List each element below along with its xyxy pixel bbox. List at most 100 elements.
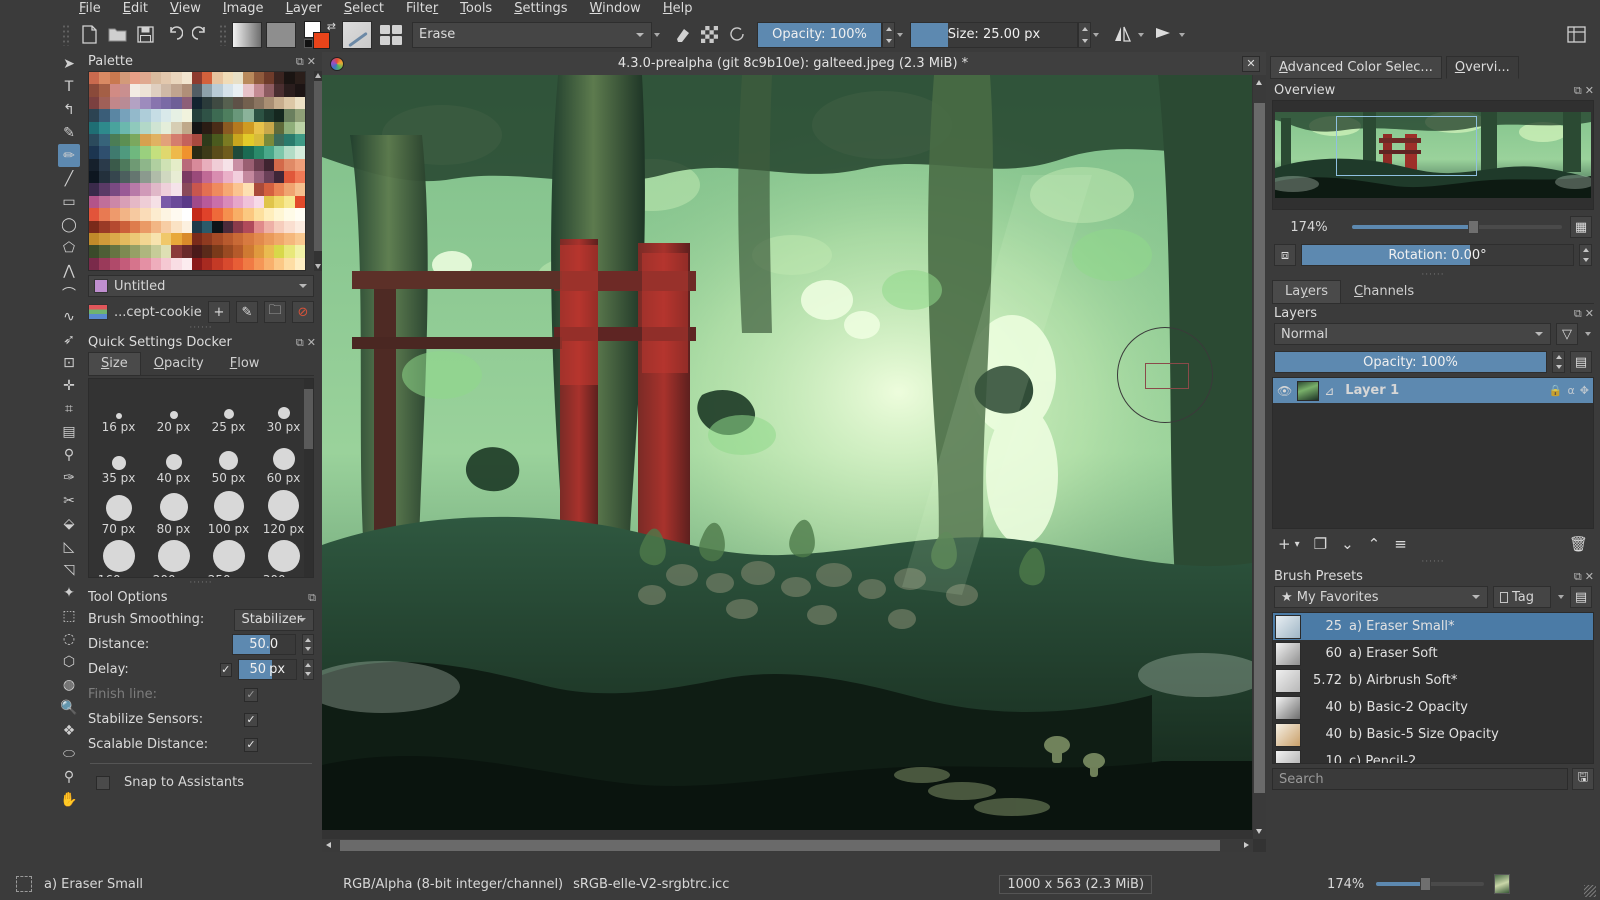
palette-swatch[interactable] — [89, 84, 99, 96]
palette-swatch[interactable] — [254, 72, 264, 84]
palette-swatch[interactable] — [192, 171, 202, 183]
add-layer-dropdown[interactable]: ▾ — [1295, 539, 1300, 550]
zoom-tool[interactable]: ⚲ — [58, 765, 80, 788]
palette-swatch[interactable] — [161, 122, 171, 134]
freehand-brush-tool[interactable]: ✏ — [58, 144, 80, 167]
palette-swatch[interactable] — [151, 258, 161, 270]
background-color-swatch[interactable] — [313, 32, 330, 49]
palette-swatch[interactable] — [182, 159, 192, 171]
menu-item-filter[interactable]: Filter — [395, 0, 449, 17]
palette-swatch[interactable] — [202, 208, 212, 220]
palette-swatch[interactable] — [223, 196, 233, 208]
palette-swatch[interactable] — [161, 109, 171, 121]
palette-swatch[interactable] — [161, 134, 171, 146]
palette-swatch[interactable] — [264, 122, 274, 134]
size-extra-arrow[interactable] — [1091, 33, 1100, 37]
palette-swatch[interactable] — [212, 146, 222, 158]
canvas-title-bar[interactable]: 4.3.0-prealpha (git 8c9b10e): galteed.jp… — [322, 52, 1266, 75]
gradient-swatch[interactable] — [232, 22, 262, 48]
palette-swatch[interactable] — [202, 171, 212, 183]
palette-swatch[interactable] — [99, 134, 109, 146]
palette-swatch[interactable] — [120, 134, 130, 146]
palette-swatch[interactable] — [140, 171, 150, 183]
add-swatch-icon[interactable]: + — [208, 301, 230, 323]
palette-swatch[interactable] — [264, 134, 274, 146]
palette-swatch[interactable] — [99, 122, 109, 134]
palette-swatch[interactable] — [151, 221, 161, 233]
duplicate-layer-button[interactable]: ❐ — [1314, 535, 1327, 553]
move-layer-down-button[interactable]: ⌄ — [1341, 535, 1354, 553]
docker-splitter-4[interactable]: ······ — [1266, 557, 1600, 567]
docker-splitter[interactable]: ······ — [80, 323, 322, 333]
palette-swatch[interactable] — [110, 84, 120, 96]
toolbar-grip-2[interactable] — [219, 24, 228, 46]
palette-swatch[interactable] — [120, 233, 130, 245]
brush-size-250px[interactable]: 250 px — [201, 538, 256, 578]
palette-swatch[interactable] — [192, 72, 202, 84]
list-item[interactable]: 40b) Basic-2 Opacity — [1273, 694, 1593, 721]
palette-swatch[interactable] — [284, 122, 294, 134]
palette-swatch[interactable] — [130, 171, 140, 183]
brush-size-120px[interactable]: 120 px — [256, 487, 311, 538]
brush-size-20px[interactable]: 20 px — [146, 385, 201, 436]
palette-swatch[interactable] — [110, 245, 120, 257]
palette-swatch[interactable] — [264, 221, 274, 233]
palette-swatch[interactable] — [212, 122, 222, 134]
palette-swatch[interactable] — [254, 134, 264, 146]
palette-swatch[interactable] — [243, 245, 253, 257]
select-shapes-tool[interactable]: ➤ — [58, 52, 80, 75]
palette-swatch[interactable] — [274, 159, 284, 171]
palette-swatch[interactable] — [243, 122, 253, 134]
palette-swatch[interactable] — [212, 159, 222, 171]
palette-swatch[interactable] — [140, 221, 150, 233]
palette-swatch[interactable] — [192, 134, 202, 146]
palette-swatch[interactable] — [161, 258, 171, 270]
palette-swatch[interactable] — [99, 146, 109, 158]
polygonal-select-tool[interactable]: ⬡ — [58, 650, 80, 673]
workspace-chooser-icon[interactable] — [1562, 21, 1590, 49]
palette-swatch[interactable] — [130, 159, 140, 171]
palette-swatch[interactable] — [223, 171, 233, 183]
palette-swatch[interactable] — [274, 134, 284, 146]
gradient-edit-tool[interactable]: ◹ — [58, 558, 80, 581]
palette-swatch[interactable] — [233, 97, 243, 109]
palette-swatch[interactable] — [202, 134, 212, 146]
brush-size-35px[interactable]: 35 px — [91, 436, 146, 487]
rotation-slider[interactable]: Rotation: 0.00° — [1301, 244, 1574, 266]
palette-swatch[interactable] — [130, 84, 140, 96]
palette-swatch[interactable] — [274, 258, 284, 270]
palette-swatch[interactable] — [99, 84, 109, 96]
palette-swatch[interactable] — [233, 72, 243, 84]
palette-swatch[interactable] — [202, 183, 212, 195]
close-docker-icon[interactable]: ✕ — [307, 55, 316, 69]
lock-layer-icon[interactable]: 🔒 — [1549, 384, 1563, 397]
palette-swatch[interactable] — [243, 109, 253, 121]
palette-swatch[interactable] — [254, 208, 264, 220]
palette-swatch[interactable] — [182, 196, 192, 208]
freehand-select-tool[interactable]: ◍ — [58, 673, 80, 696]
move-tool[interactable]: ✛ — [58, 374, 80, 397]
palette-swatch[interactable] — [274, 221, 284, 233]
palette-swatch[interactable] — [151, 245, 161, 257]
preset-chooser-icon[interactable] — [378, 23, 404, 47]
palette-swatch[interactable] — [274, 97, 284, 109]
palette-swatch[interactable] — [110, 97, 120, 109]
move-layer-up-button[interactable]: ⌃ — [1368, 535, 1381, 553]
palette-swatch[interactable] — [99, 72, 109, 84]
palette-swatch[interactable] — [161, 171, 171, 183]
scroll-right-icon[interactable] — [1244, 842, 1249, 848]
palette-swatch[interactable] — [151, 72, 161, 84]
palette-swatch[interactable] — [99, 196, 109, 208]
palette-swatch[interactable] — [202, 221, 212, 233]
menu-item-settings[interactable]: Settings — [503, 0, 578, 17]
overview-thumbnail[interactable] — [1272, 100, 1594, 210]
float-docker-icon-3[interactable]: ⧉ — [1574, 84, 1582, 98]
palette-swatch[interactable] — [89, 171, 99, 183]
brush-size-16px[interactable]: 16 px — [91, 385, 146, 436]
palette-swatch[interactable] — [233, 146, 243, 158]
palette-swatch[interactable] — [223, 233, 233, 245]
palette-swatch[interactable] — [274, 84, 284, 96]
bezier-curve-tool[interactable]: ⌒ — [58, 282, 80, 305]
layer-opacity-menu-icon[interactable]: ▤ — [1570, 351, 1592, 373]
scroll-up-icon[interactable] — [1256, 80, 1262, 85]
